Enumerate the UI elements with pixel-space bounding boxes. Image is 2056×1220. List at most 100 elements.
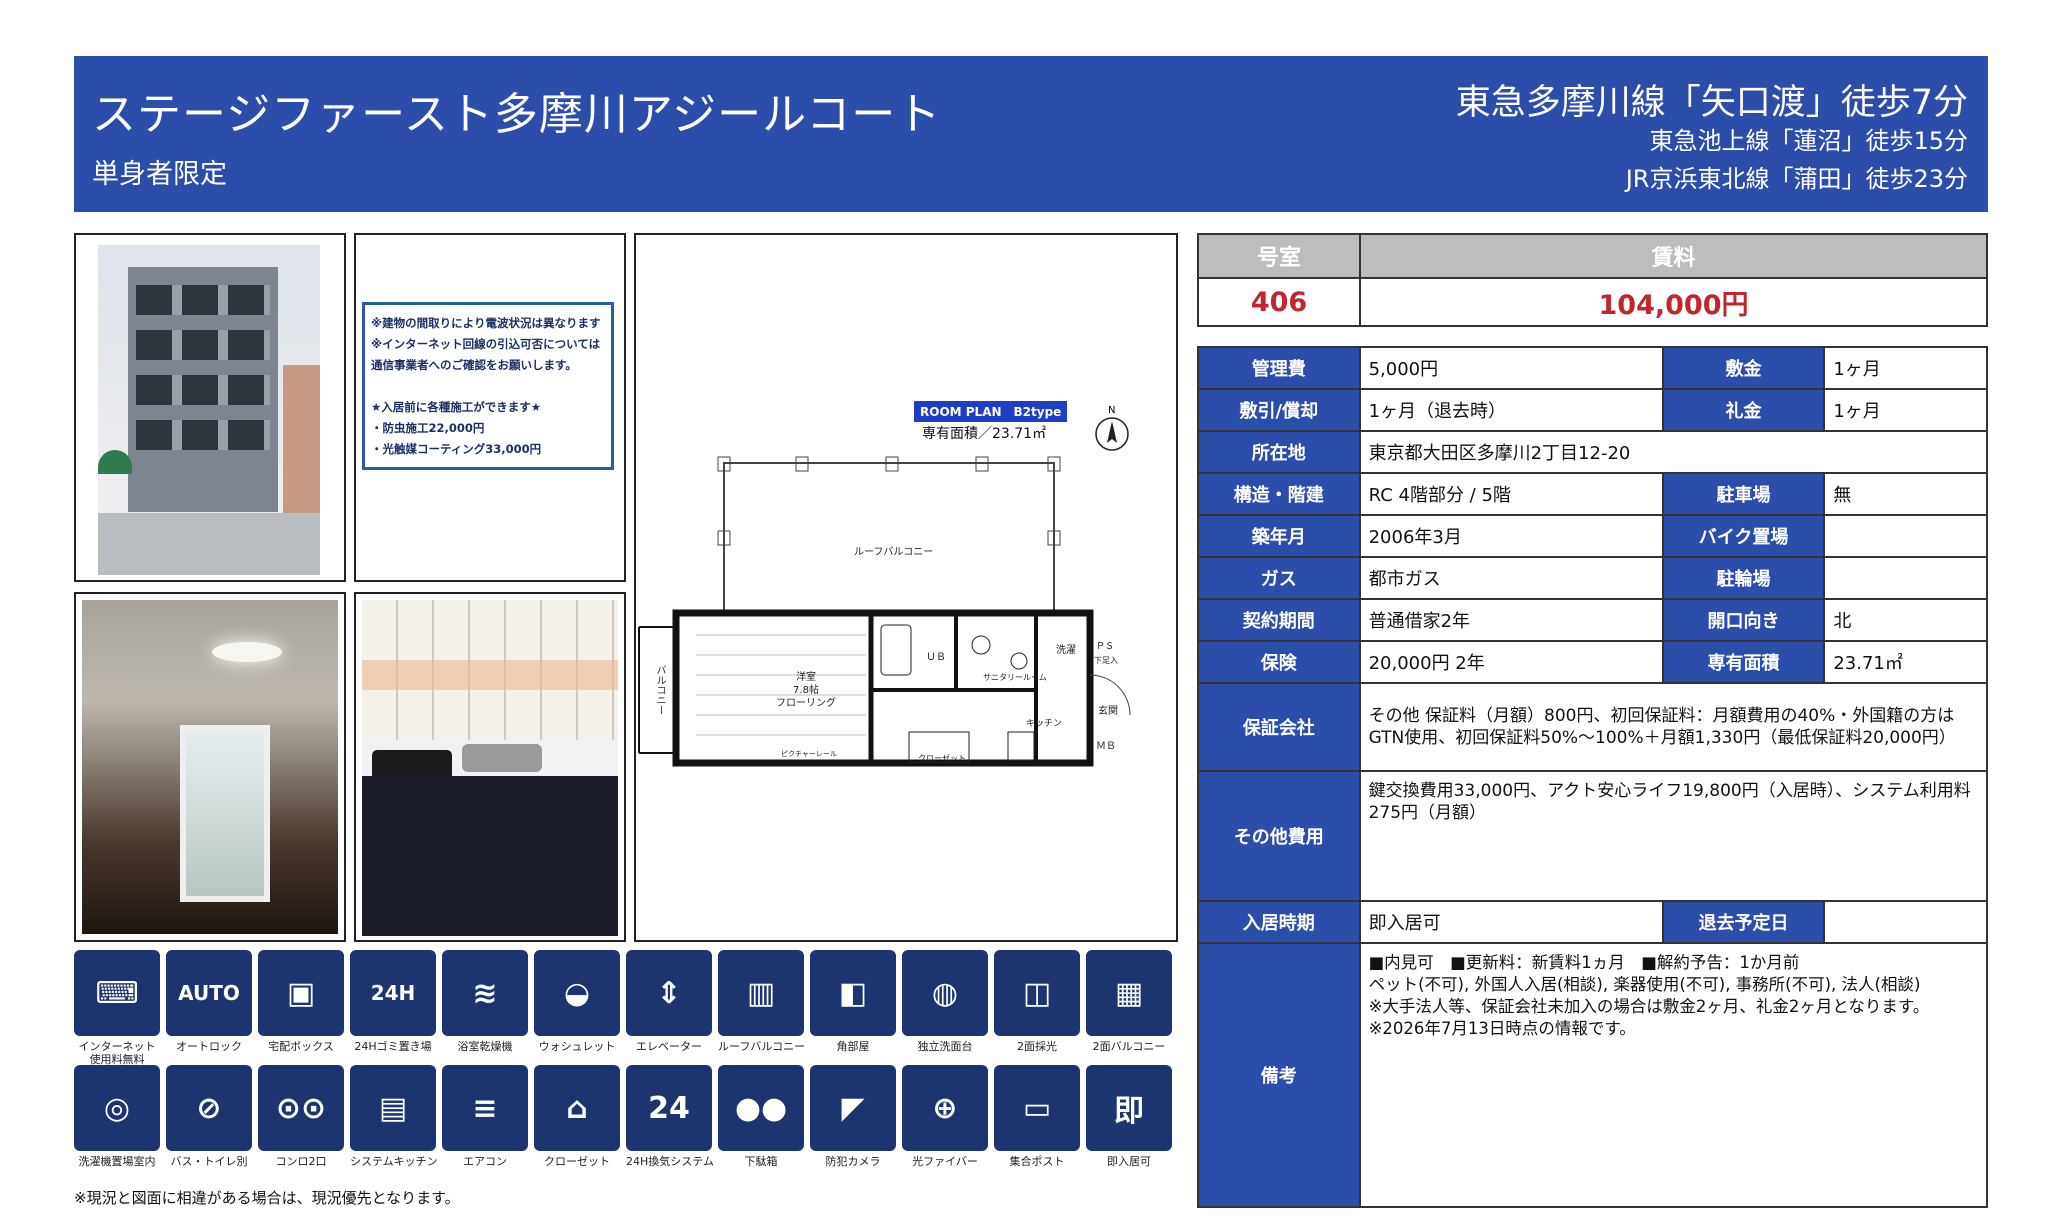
remarks-line: ペット(不可), 外国人入居(相談), 楽器使用(不可), 事務所(不可), 法… [1368,975,1921,994]
moveout-value [1823,900,1988,944]
rent-header: 賃料 [1359,233,1988,279]
remarks-label: 備考 [1197,942,1361,1208]
delivery-box-icon: ▣ [258,950,344,1036]
other-fees-line: 275円（月額） [1368,803,1487,823]
fiber-icon: ⊕ [902,1065,988,1151]
plan-wash-label: 洗濯 [1056,645,1076,656]
remarks-line: ※2026年7月13日時点の情報です。 [1368,1019,1636,1038]
kanri-label: 管理費 [1197,346,1361,390]
security-camera-icon: ◤ [810,1065,896,1151]
plan-kitchen-label: キッチン [1026,719,1063,729]
amenity-item: ▭ 集合ポスト [994,1065,1080,1168]
amenity-caption: エレベーター [636,1040,702,1053]
stove-2-icon: ⊙⊙ [258,1065,344,1151]
plan-rail-label: ピクチャーレール [781,750,837,758]
rent-table: 号室 賃料 406 104,000円 [1197,233,1988,327]
cycle-value [1823,556,1988,600]
amenity-item: ◍ 独立洗面台 [902,950,988,1053]
amenity-item: ≡ エアコン [442,1065,528,1168]
notice-line: ※建物の間取りにより電波状況は異なります [371,316,601,330]
plan-shoes-label: 下足入 [1094,656,1118,665]
amenity-caption: システムキッチン [350,1155,438,1168]
amenity-caption: 角部屋 [836,1040,870,1053]
washer-space-icon: ◎ [74,1065,160,1151]
direction-label: 開口向き [1661,598,1826,642]
movein-label: 入居時期 [1197,900,1361,944]
amenity-caption: ウォシュレット [538,1040,616,1053]
amenity-item: ◫ 2面採光 [994,950,1080,1053]
guarantor-line: GTN使用、初回保証料50%～100%＋月額1,330円（最低保証料20,000… [1368,728,1956,748]
notice-line: 通信事業者へのご確認をお願いします。 [371,358,577,372]
amenity-caption: クローゼット [544,1155,610,1168]
built-value: 2006年3月 [1358,514,1664,558]
notice-line: ・防虫施工22,000円 [371,421,485,435]
amenity-item: ●● 下駄箱 [718,1065,804,1168]
structure-label: 構造・階建 [1197,472,1361,516]
gas-label: ガス [1197,556,1361,600]
amenity-caption: 洗濯機置場室内 [78,1155,156,1168]
building-photo [74,233,346,582]
corner-room-icon: ◧ [810,950,896,1036]
amenity-caption: 浴室乾燥機 [457,1040,513,1053]
remarks-line: ■内見可 ■更新料：新賃料1ヵ月 ■解約予告：1か月前 [1368,953,1800,972]
remarks-line: ※大手法人等、保証会社未加入の場合は敷金2ヶ月、礼金2ヶ月となります。 [1368,997,1930,1016]
amenity-item: ⊕ 光ファイバー [902,1065,988,1168]
notice-line: ★入居前に各種施工ができます★ [371,400,542,414]
amenity-caption: 24Hゴミ置き場 [354,1040,432,1053]
floor-plan-drawing: N [638,405,1131,767]
amenity-caption: コンロ2口 [275,1155,327,1168]
amenity-item: ▤ システムキッチン [350,1065,438,1168]
ventilation-24h-icon: 24 [626,1065,712,1151]
other-fees-value: 鍵交換費用33,000円、アクト安心ライフ19,800円（入居時）、システム利用… [1358,770,1989,902]
movein-value: 即入居可 [1358,900,1664,944]
notice-line [371,376,605,397]
shiki-value: 1ヶ月 [1823,346,1988,390]
amenity-caption: 防犯カメラ [825,1155,881,1168]
remarks-value: ■内見可 ■更新料：新賃料1ヵ月 ■解約予告：1か月前 ペット(不可), 外国人… [1358,942,1989,1208]
insurance-value: 20,000円 2年 [1358,640,1664,684]
notice-line: ※インターネット回線の引込可否については [371,337,601,351]
moveout-label: 退去予定日 [1661,900,1826,944]
plan-closet-label: クローゼット [918,754,966,763]
aircon-icon: ≡ [442,1065,528,1151]
two-side-light-icon: ◫ [994,950,1080,1036]
rent-value: 104,000円 [1359,277,1988,327]
amenity-item: ≋ 浴室乾燥機 [442,950,528,1053]
room-number: 406 [1197,277,1361,327]
address-value: 東京都大田区多摩川2丁目12-20 [1358,430,1989,474]
parking-value: 無 [1823,472,1988,516]
plan-balcony-label: バルコニー [654,665,665,715]
amenity-caption: 2面採光 [1017,1040,1057,1053]
internet-free-icon: ⌨ [74,950,160,1036]
amenity-caption: インターネット 使用料無料 [78,1040,156,1066]
area-value: 23.71㎡ [1823,640,1988,684]
mailbox-icon: ▭ [994,1065,1080,1151]
amenity-caption: 光ファイバー [912,1155,978,1168]
amenity-caption: 即入居可 [1107,1155,1151,1168]
shikibiki-label: 敷引/償却 [1197,388,1361,432]
footer-disclaimer: ※現況と図面に相違がある場合は、現況優先となります。 [74,1189,460,1207]
contract-value: 普通借家2年 [1358,598,1664,642]
bath-toilet-separate-icon: ⊘ [166,1065,252,1151]
kanri-value: 5,000円 [1358,346,1664,390]
amenity-item: ⊙⊙ コンロ2口 [258,1065,344,1168]
amenity-item: 24H 24Hゴミ置き場 [350,950,436,1053]
other-fees-label: その他費用 [1197,770,1361,902]
other-fees-line: 鍵交換費用33,000円、アクト安心ライフ19,800円（入居時）、システム利用… [1368,781,1971,801]
autolock-icon: AUTO [166,950,252,1036]
structure-value: RC 4階部分 / 5階 [1358,472,1664,516]
bike-value [1823,514,1988,558]
amenity-caption: 宅配ボックス [268,1040,334,1053]
contract-label: 契約期間 [1197,598,1361,642]
plan-mb-label: ＭＢ [1096,741,1116,752]
insurance-label: 保険 [1197,640,1361,684]
plan-room-label: 洋室 7.8帖 フローリング [776,672,836,709]
header-bar: ステージファースト多摩川アジールコート 単身者限定 東急多摩川線「矢口渡」徒歩7… [74,56,1988,212]
guarantor-label: 保証会社 [1197,682,1361,772]
station-secondary: 東急池上線「蓮沼」徒歩15分 [1649,127,1968,155]
amenity-item: ◤ 防犯カメラ [810,1065,896,1168]
amenity-item: ▣ 宅配ボックス [258,950,344,1053]
immediate-icon: 即 [1086,1065,1172,1151]
amenity-item: ◧ 角部屋 [810,950,896,1053]
washlet-icon: ◒ [534,950,620,1036]
